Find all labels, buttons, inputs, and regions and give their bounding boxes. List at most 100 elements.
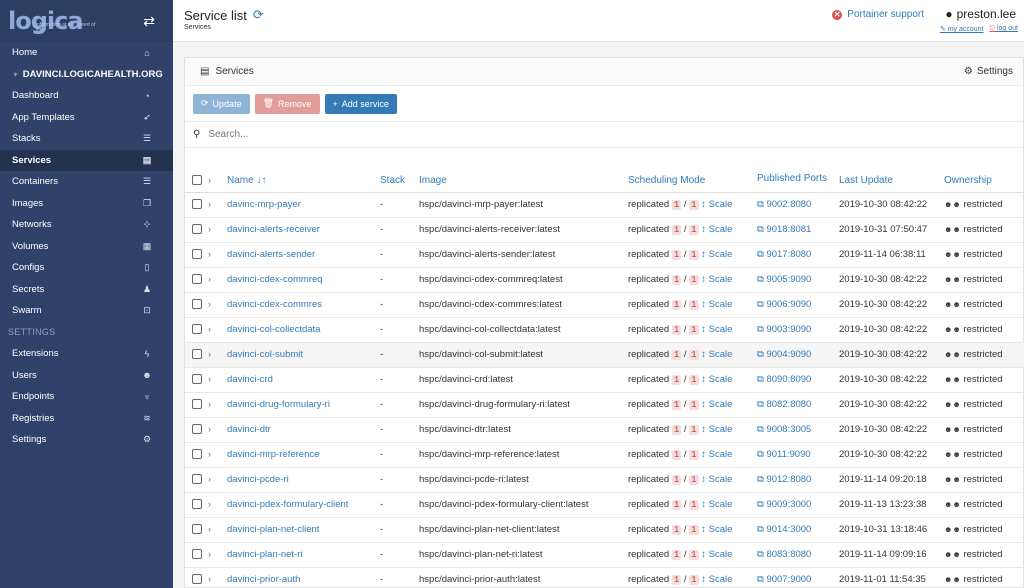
update-button[interactable]: ⟳ Update [193, 93, 250, 114]
sidebar-item-app-templates[interactable]: App Templates ➶ [0, 107, 173, 129]
expand-row-icon[interactable]: › [208, 499, 211, 509]
table-settings-button[interactable]: ⚙ Settings [964, 66, 1013, 77]
row-checkbox[interactable] [192, 549, 202, 560]
expand-row-icon[interactable]: › [208, 224, 211, 234]
logout-link[interactable]: ⎋ log out [989, 25, 1018, 33]
published-port-link[interactable]: ⧉ 9008:3005 [757, 424, 811, 435]
scale-button[interactable]: ↕ Scale [701, 199, 732, 210]
published-port-link[interactable]: ⧉ 9007:9000 [757, 574, 811, 585]
service-name-link[interactable]: davinci-prior-auth [227, 574, 300, 585]
service-name-link[interactable]: davinci-pcde-ri [227, 474, 289, 485]
published-port-link[interactable]: ⧉ 9011:9090 [757, 449, 811, 460]
row-checkbox[interactable] [192, 349, 202, 360]
my-account-link[interactable]: ✎ my account [940, 25, 984, 33]
scale-button[interactable]: ↕ Scale [701, 474, 732, 485]
sidebar-item-volumes[interactable]: Volumes ▦ [0, 236, 173, 258]
scale-button[interactable]: ↕ Scale [701, 249, 732, 260]
scale-button[interactable]: ↕ Scale [701, 524, 732, 535]
published-port-link[interactable]: ⧉ 9009:3000 [757, 499, 811, 510]
scale-button[interactable]: ↕ Scale [701, 574, 732, 585]
sidebar-item-home[interactable]: Home ⌂ [0, 42, 173, 64]
row-checkbox[interactable] [192, 449, 202, 460]
col-scheduling-mode[interactable]: Scheduling Mode [628, 148, 757, 193]
service-name-link[interactable]: davinci-plan-net-ri [227, 549, 303, 560]
expand-row-icon[interactable]: › [208, 449, 211, 459]
sidebar-toggle-icon[interactable]: ⇄ [143, 13, 155, 30]
col-published-ports[interactable]: Published Ports [757, 148, 839, 193]
expand-row-icon[interactable]: › [208, 424, 211, 434]
service-name-link[interactable]: davinci-col-collectdata [227, 324, 320, 335]
published-port-link[interactable]: ⧉ 8082:8080 [757, 399, 811, 410]
remove-button[interactable]: 🗑 Remove [254, 93, 320, 114]
scale-button[interactable]: ↕ Scale [701, 374, 732, 385]
row-checkbox[interactable] [192, 524, 202, 535]
search-input[interactable] [208, 129, 409, 140]
published-port-link[interactable]: ⧉ 9004:9090 [757, 349, 811, 360]
sidebar-item-stacks[interactable]: Stacks ☰ [0, 128, 173, 150]
col-stack[interactable]: Stack [380, 148, 419, 193]
col-image[interactable]: Image [419, 148, 628, 193]
published-port-link[interactable]: ⧉ 9005:9090 [757, 274, 811, 285]
row-checkbox[interactable] [192, 399, 202, 410]
sidebar-item-registries[interactable]: Registries ≋ [0, 408, 173, 430]
portainer-support-link[interactable]: ✕ Portainer support [832, 9, 924, 20]
expand-row-icon[interactable]: › [208, 374, 211, 384]
expand-row-icon[interactable]: › [208, 324, 211, 334]
sidebar-item-networks[interactable]: Networks ⊹ [0, 214, 173, 236]
expand-row-icon[interactable]: › [208, 474, 211, 484]
scale-button[interactable]: ↕ Scale [701, 499, 732, 510]
expand-row-icon[interactable]: › [208, 524, 211, 534]
expand-row-icon[interactable]: › [208, 249, 211, 259]
service-name-link[interactable]: davinci-alerts-receiver [227, 224, 320, 235]
row-checkbox[interactable] [192, 274, 202, 285]
scale-button[interactable]: ↕ Scale [701, 399, 732, 410]
scale-button[interactable]: ↕ Scale [701, 424, 732, 435]
published-port-link[interactable]: ⧉ 8083:8080 [757, 549, 811, 560]
row-checkbox[interactable] [192, 374, 202, 385]
row-checkbox[interactable] [192, 474, 202, 485]
published-port-link[interactable]: ⧉ 9018:8081 [757, 224, 811, 235]
service-name-link[interactable]: davinci-alerts-sender [227, 249, 315, 260]
row-checkbox[interactable] [192, 224, 202, 235]
expand-row-icon[interactable]: › [208, 399, 211, 409]
scale-button[interactable]: ↕ Scale [701, 324, 732, 335]
service-name-link[interactable]: davinci-drug-formulary-ri [227, 399, 330, 410]
sidebar-item-secrets[interactable]: Secrets ♟ [0, 279, 173, 301]
col-ownership[interactable]: Ownership [944, 148, 1024, 193]
row-checkbox[interactable] [192, 499, 202, 510]
scale-button[interactable]: ↕ Scale [701, 299, 732, 310]
col-name[interactable]: Name ↓↑ [227, 148, 380, 193]
sidebar-item-containers[interactable]: Containers ☰ [0, 171, 173, 193]
expand-row-icon[interactable]: › [208, 349, 211, 359]
published-port-link[interactable]: ⧉ 9017:8080 [757, 249, 811, 260]
endpoint-name[interactable]: ♆ DAVINCI.LOGICAHEALTH.ORG [0, 64, 173, 86]
service-name-link[interactable]: davinci-cdex-commres [227, 299, 322, 310]
sidebar-item-users[interactable]: Users ☻ [0, 365, 173, 387]
expand-row-icon[interactable]: › [208, 549, 211, 559]
sidebar-item-swarm[interactable]: Swarm ⊡ [0, 300, 173, 322]
service-name-link[interactable]: davinci-dtr [227, 424, 271, 435]
published-port-link[interactable]: ⧉ 9002:8080 [757, 199, 811, 210]
service-name-link[interactable]: davinci-mrp-reference [227, 449, 319, 460]
row-checkbox[interactable] [192, 199, 202, 210]
published-port-link[interactable]: ⧉ 9006:9090 [757, 299, 811, 310]
expand-row-icon[interactable]: › [208, 199, 211, 209]
service-name-link[interactable]: davinc-mrp-payer [227, 199, 301, 210]
sidebar-item-extensions[interactable]: Extensions ϟ [0, 343, 173, 365]
service-name-link[interactable]: davinci-col-submit [227, 349, 303, 360]
row-checkbox[interactable] [192, 324, 202, 335]
published-port-link[interactable]: ⧉ 9003:9090 [757, 324, 811, 335]
scale-button[interactable]: ↕ Scale [701, 449, 732, 460]
add-service-button[interactable]: + Add service [324, 93, 397, 114]
sidebar-item-dashboard[interactable]: Dashboard ◔ [0, 85, 173, 107]
row-checkbox[interactable] [192, 249, 202, 260]
published-port-link[interactable]: ⧉ 8090:8090 [757, 374, 811, 385]
published-port-link[interactable]: ⧉ 9012:8080 [757, 474, 811, 485]
service-name-link[interactable]: davinci-crd [227, 374, 273, 385]
sidebar-item-services[interactable]: Services ▤ [0, 149, 173, 171]
expand-row-icon[interactable]: › [208, 274, 211, 284]
sidebar-item-settings[interactable]: Settings ⚙ [0, 429, 173, 451]
sidebar-item-images[interactable]: Images ❐ [0, 193, 173, 215]
scale-button[interactable]: ↕ Scale [701, 274, 732, 285]
expand-all-icon[interactable]: › [208, 175, 211, 185]
